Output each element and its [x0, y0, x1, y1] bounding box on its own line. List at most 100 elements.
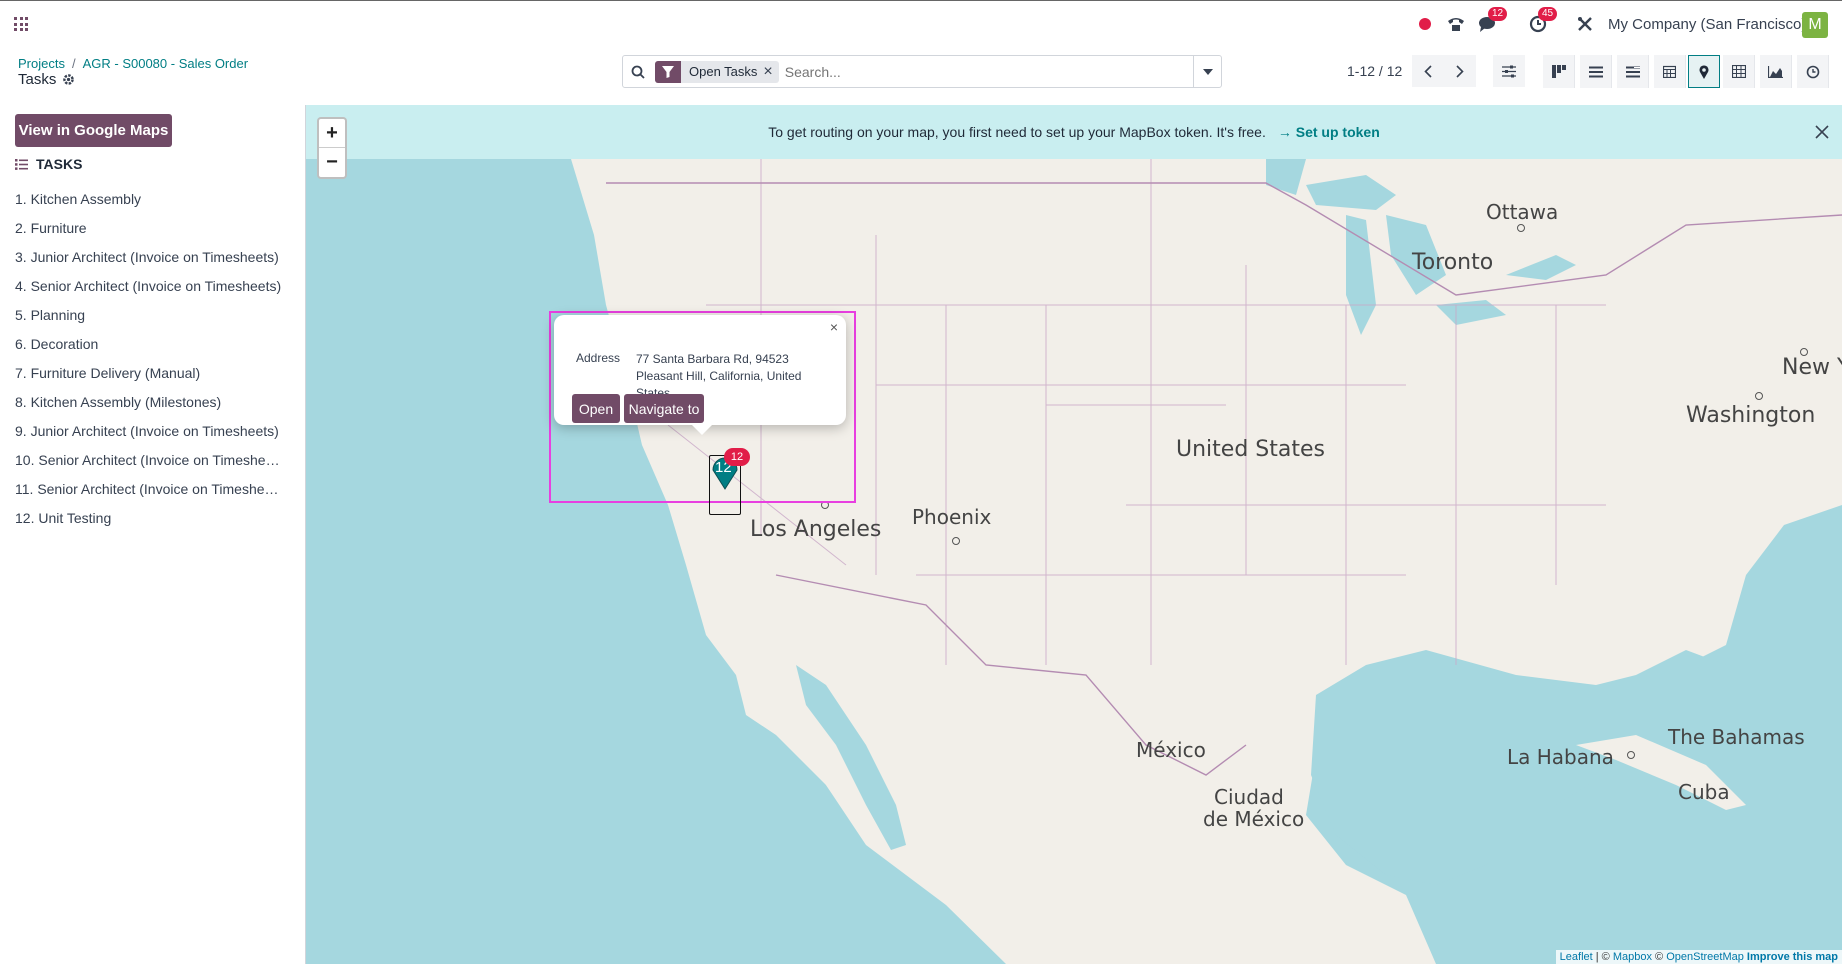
- city-dot-icon: [952, 537, 960, 545]
- search-bar: Open Tasks ×: [622, 55, 1222, 88]
- task-item[interactable]: 9. Junior Architect (Invoice on Timeshee…: [15, 417, 300, 446]
- popup-tip: [690, 423, 714, 435]
- task-item[interactable]: 7. Furniture Delivery (Manual): [15, 359, 300, 388]
- sliders-icon: [1502, 65, 1516, 77]
- popup-open-button[interactable]: Open: [572, 394, 620, 423]
- map-canvas[interactable]: Ottawa Toronto New Yo Washington United …: [306, 105, 1842, 964]
- task-item[interactable]: 11. Senior Architect (Invoice on Timeshe…: [15, 475, 300, 504]
- city-dot-icon: [1517, 224, 1525, 232]
- improve-map-link[interactable]: Improve this map: [1747, 951, 1838, 963]
- map-label-washington: Washington: [1686, 403, 1816, 428]
- search-icon: [623, 65, 653, 79]
- search-options-toggle[interactable]: [1193, 56, 1221, 87]
- city-dot-icon: [1800, 348, 1808, 356]
- phone-icon[interactable]: [1444, 13, 1468, 35]
- messages-icon[interactable]: 12: [1476, 7, 1508, 35]
- map-label-mexico: México: [1136, 738, 1206, 762]
- popup-close-button[interactable]: ×: [830, 319, 838, 335]
- breadcrumb-sales-order[interactable]: AGR - S00080 - Sales Order: [83, 56, 248, 71]
- chevron-left-icon: [1424, 64, 1432, 78]
- zoom-out-button[interactable]: −: [319, 148, 345, 177]
- zoom-in-button[interactable]: +: [319, 119, 345, 148]
- search-facet: Open Tasks ×: [655, 60, 779, 83]
- kanban-view-button[interactable]: [1543, 55, 1575, 88]
- user-avatar[interactable]: M: [1802, 12, 1828, 38]
- setup-token-link[interactable]: → Set up token: [1278, 124, 1380, 140]
- breadcrumb-separator: /: [71, 56, 76, 71]
- map-label-cuba: Cuba: [1678, 780, 1730, 804]
- clock-icon: [1806, 65, 1819, 78]
- activities-clock-icon[interactable]: 45: [1526, 7, 1558, 35]
- map-label-bahamas: The Bahamas: [1668, 725, 1805, 749]
- list-view-button[interactable]: [1580, 55, 1612, 88]
- map-attribution: Leaflet | © Mapbox © OpenStreetMap Impro…: [1555, 950, 1842, 964]
- activity-view-button[interactable]: [1617, 55, 1649, 88]
- map-label-ciudad: Ciudad: [1214, 785, 1284, 809]
- leaflet-link[interactable]: Leaflet: [1560, 951, 1593, 963]
- task-list: 1. Kitchen Assembly 2. Furniture 3. Juni…: [15, 185, 300, 533]
- map-label-united-states: United States: [1176, 437, 1325, 462]
- calendar-view-button[interactable]: [1654, 55, 1686, 88]
- caret-down-icon: [1202, 68, 1213, 75]
- map-label-ottawa: Ottawa: [1486, 200, 1559, 224]
- activity-clock-view-button[interactable]: [1797, 55, 1829, 88]
- kanban-icon: [1551, 65, 1566, 78]
- map-marker-icon: [1699, 64, 1709, 79]
- apps-menu-icon[interactable]: [14, 17, 28, 31]
- task-item[interactable]: 2. Furniture: [15, 214, 300, 243]
- task-item[interactable]: 3. Junior Architect (Invoice on Timeshee…: [15, 243, 300, 272]
- view-in-google-maps-button[interactable]: View in Google Maps: [15, 114, 172, 147]
- mapbox-token-banner: To get routing on your map, you first ne…: [306, 105, 1842, 159]
- task-item[interactable]: 10. Senior Architect (Invoice on Timeshe…: [15, 446, 300, 475]
- openstreetmap-link[interactable]: OpenStreetMap: [1666, 951, 1744, 963]
- area-chart-icon: [1768, 65, 1783, 78]
- pager-value[interactable]: 1-12 / 12: [1347, 63, 1402, 79]
- task-item[interactable]: 5. Planning: [15, 301, 300, 330]
- top-navbar: 12 45 My Company (San Francisco) M: [0, 0, 1842, 47]
- breadcrumb-projects[interactable]: Projects: [18, 56, 65, 71]
- map-label-phoenix: Phoenix: [912, 505, 992, 529]
- task-item[interactable]: 8. Kitchen Assembly (Milestones): [15, 388, 300, 417]
- banner-text: To get routing on your map, you first ne…: [768, 124, 1266, 140]
- debug-tools-icon[interactable]: [1574, 13, 1596, 35]
- map-label-la-habana: La Habana: [1507, 745, 1614, 769]
- list-icon: [15, 158, 28, 170]
- pager-next-button[interactable]: [1444, 55, 1476, 87]
- task-item[interactable]: 1. Kitchen Assembly: [15, 185, 300, 214]
- table-icon: [1731, 65, 1746, 78]
- list-icon: [1588, 66, 1603, 77]
- facet-remove-icon[interactable]: ×: [763, 61, 778, 83]
- task-item[interactable]: 6. Decoration: [15, 330, 300, 359]
- city-dot-icon: [1627, 751, 1635, 759]
- zoom-control: + −: [317, 117, 347, 179]
- task-item[interactable]: 12. Unit Testing: [15, 504, 300, 533]
- tasks-heading-label: TASKS: [36, 156, 83, 172]
- attribution-osm-prefix: ©: [1651, 951, 1667, 963]
- map-label-new-york: New Yo: [1782, 355, 1842, 380]
- graph-view-button[interactable]: [1760, 55, 1792, 88]
- task-item[interactable]: 4. Senior Architect (Invoice on Timeshee…: [15, 272, 300, 301]
- search-input[interactable]: [778, 58, 1193, 85]
- map-label-toronto: Toronto: [1412, 250, 1494, 275]
- close-icon[interactable]: [1812, 122, 1832, 142]
- marker-count-badge: 12: [724, 448, 750, 466]
- marker-popup: × Address 77 Santa Barbara Rd, 94523 Ple…: [554, 315, 846, 425]
- chevron-right-icon: [1456, 64, 1464, 78]
- company-switcher[interactable]: My Company (San Francisco): [1608, 16, 1806, 33]
- gear-icon[interactable]: [62, 73, 75, 86]
- calendar-icon: [1663, 65, 1676, 78]
- tasks-heading: TASKS: [15, 156, 82, 172]
- city-dot-icon: [1755, 392, 1763, 400]
- pager-previous-button[interactable]: [1412, 55, 1444, 87]
- map-settings-button[interactable]: [1493, 55, 1525, 87]
- page-title: Tasks: [18, 71, 75, 88]
- tasks-list-icon: [1625, 66, 1640, 77]
- recording-status-icon[interactable]: [1419, 18, 1431, 30]
- facet-label: Open Tasks: [689, 64, 758, 79]
- mapbox-link[interactable]: Mapbox: [1613, 951, 1652, 963]
- popup-navigate-button[interactable]: Navigate to: [624, 394, 704, 423]
- filter-icon: [655, 60, 681, 83]
- pivot-view-button[interactable]: [1723, 55, 1755, 88]
- activities-count-badge: 45: [1538, 7, 1558, 21]
- map-view-button[interactable]: [1688, 55, 1720, 88]
